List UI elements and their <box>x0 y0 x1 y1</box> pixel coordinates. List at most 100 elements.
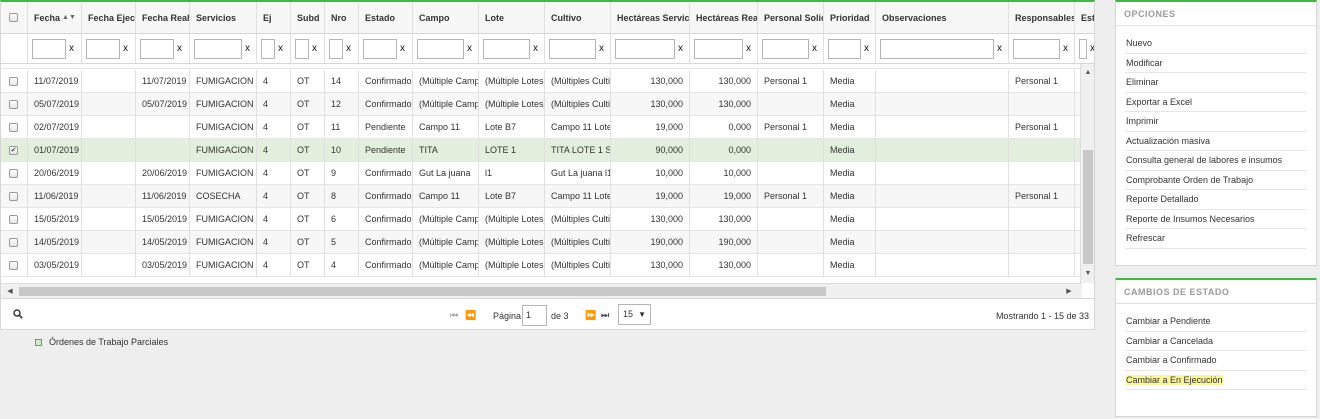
column-header-ej[interactable]: Ej <box>257 2 291 33</box>
column-header-estado2[interactable]: Estado <box>1075 2 1094 33</box>
row-checkbox[interactable] <box>9 214 18 224</box>
row-checkbox[interactable] <box>9 237 18 247</box>
scroll-up-icon[interactable]: ▲ <box>1081 66 1094 80</box>
column-header-personal[interactable]: Personal Solicitante <box>758 2 824 33</box>
clear-filter-icon[interactable]: x <box>467 43 472 54</box>
row-checkbox[interactable] <box>9 76 18 86</box>
filter-input-nro[interactable] <box>329 38 343 59</box>
table-row[interactable]: 20/06/201920/06/2019FUMIGACION TERRESTRE… <box>1 162 1094 185</box>
table-row[interactable]: 11/06/2019 11/06/2019 COSECHA 4 OT 8 Confirmad… <box>1 185 1094 208</box>
filter-input-estado[interactable] <box>363 38 397 59</box>
clear-filter-icon[interactable]: x <box>812 43 817 54</box>
vertical-scrollbar[interactable]: ▲ ▼ <box>1080 64 1094 283</box>
filter-input-subd[interactable] <box>295 38 309 59</box>
vertical-scroll-thumb[interactable] <box>1083 150 1093 264</box>
sort-icon[interactable]: ▲▼ <box>62 14 76 21</box>
scroll-right-icon[interactable]: ▶ <box>1062 284 1076 299</box>
filter-input-lote[interactable] <box>483 38 530 59</box>
state-change-item[interactable]: Cambiar a Pendiente <box>1125 312 1307 332</box>
row-checkbox[interactable] <box>9 191 18 201</box>
option-item[interactable]: Imprimir <box>1125 112 1307 132</box>
option-item[interactable]: Reporte de Insumos Necesarios <box>1125 210 1307 229</box>
option-item[interactable]: Comprobante Orden de Trabajo <box>1125 171 1307 190</box>
horizontal-scroll-thumb[interactable] <box>19 287 826 296</box>
scroll-down-icon[interactable]: ▼ <box>1081 267 1094 281</box>
page-size-select[interactable]: 15 ▼ <box>618 304 651 325</box>
filter-input-ha_real[interactable] <box>694 38 743 59</box>
table-row[interactable]: 15/05/201915/05/2019FUMIGACION TERRESTRE… <box>1 208 1094 231</box>
state-change-item[interactable]: Cambiar a Confirmado <box>1125 351 1307 371</box>
column-header-ha_real[interactable]: Hectáreas Reales <box>690 2 758 33</box>
column-header-observaciones[interactable]: Observaciones <box>876 2 1009 33</box>
option-item[interactable]: Nuevo <box>1125 34 1307 54</box>
filter-input-responsables[interactable] <box>1013 38 1060 59</box>
column-header-fecha_ejec[interactable]: Fecha Ejecución <box>82 2 136 33</box>
filter-input-prioridad[interactable] <box>828 38 861 59</box>
option-item[interactable]: Modificar <box>1125 54 1307 73</box>
table-row[interactable]: ✔ 01/07/2019 FUMIGACION TERRESTRE4OT10Pend… <box>1 139 1094 162</box>
column-header-prioridad[interactable]: Prioridad <box>824 2 876 33</box>
option-item[interactable]: Actualización masiva <box>1125 132 1307 151</box>
clear-filter-icon[interactable]: x <box>123 43 128 54</box>
select-all-checkbox[interactable] <box>9 13 18 22</box>
clear-filter-icon[interactable]: x <box>278 43 283 54</box>
filter-input-observaciones[interactable] <box>880 38 994 59</box>
clear-filter-icon[interactable]: x <box>177 43 182 54</box>
table-row[interactable]: 05/07/201905/07/2019FUMIGACION TERRESTRE… <box>1 93 1094 116</box>
column-header-responsables[interactable]: Responsables <box>1009 2 1075 33</box>
clear-filter-icon[interactable]: x <box>678 43 683 54</box>
row-checkbox[interactable]: ✔ <box>9 145 18 155</box>
page-number-input[interactable]: 1 <box>522 305 547 326</box>
scroll-left-icon[interactable]: ◀ <box>3 284 17 299</box>
column-header-campo[interactable]: Campo <box>413 2 479 33</box>
option-item[interactable]: Eliminar <box>1125 73 1307 93</box>
column-header-lote[interactable]: Lote <box>479 2 545 33</box>
clear-filter-icon[interactable]: x <box>400 43 405 54</box>
clear-filter-icon[interactable]: x <box>69 43 74 54</box>
state-change-item[interactable]: Cambiar a Cancelada <box>1125 332 1307 351</box>
horizontal-scrollbar[interactable]: ◀ ▶ <box>1 283 1082 298</box>
state-change-item[interactable]: Cambiar a En Ejecución <box>1125 371 1307 390</box>
first-page-icon[interactable]: ⏮ <box>450 310 458 321</box>
clear-filter-icon[interactable]: x <box>864 43 869 54</box>
option-item[interactable]: Consulta general de labores e insumos <box>1125 151 1307 171</box>
column-header-fecha_real[interactable]: Fecha Real <box>136 2 190 33</box>
filter-input-ha_serv[interactable] <box>615 38 675 59</box>
row-checkbox[interactable] <box>9 260 18 270</box>
column-header-subd[interactable]: Subd <box>291 2 325 33</box>
table-row[interactable]: 11/07/201911/07/2019FUMIGACION TERRESTRE… <box>1 70 1094 93</box>
clear-filter-icon[interactable]: x <box>1063 43 1068 54</box>
column-header-check[interactable] <box>1 2 28 33</box>
clear-filter-icon[interactable]: x <box>599 43 604 54</box>
clear-filter-icon[interactable]: x <box>245 43 250 54</box>
search-icon[interactable] <box>13 309 23 322</box>
clear-filter-icon[interactable]: x <box>533 43 538 54</box>
column-header-fecha[interactable]: Fecha ▲▼ <box>28 2 82 33</box>
clear-filter-icon[interactable]: x <box>997 43 1002 54</box>
option-item[interactable]: Reporte Detallado <box>1125 190 1307 210</box>
table-row[interactable]: 03/05/201903/05/2019FUMIGACION TERRESTRE… <box>1 254 1094 277</box>
filter-input-fecha[interactable] <box>32 38 66 59</box>
clear-filter-icon[interactable]: x <box>1090 43 1094 54</box>
column-header-cultivo[interactable]: Cultivo <box>545 2 611 33</box>
row-checkbox[interactable] <box>9 99 18 109</box>
row-checkbox[interactable] <box>9 168 18 178</box>
clear-filter-icon[interactable]: x <box>746 43 751 54</box>
prev-page-icon[interactable]: ⏪ <box>465 310 476 321</box>
filter-input-personal[interactable] <box>762 38 809 59</box>
option-item[interactable]: Refrescar <box>1125 229 1307 249</box>
table-row[interactable]: 14/05/201914/05/2019FUMIGACION TERRESTRE… <box>1 231 1094 254</box>
clear-filter-icon[interactable]: x <box>312 43 317 54</box>
filter-input-estado2[interactable] <box>1079 38 1087 59</box>
next-page-icon[interactable]: ⏩ <box>585 310 596 321</box>
filter-input-fecha_ejec[interactable] <box>86 38 120 59</box>
filter-input-servicios[interactable] <box>194 38 242 59</box>
clear-filter-icon[interactable]: x <box>346 43 351 54</box>
last-page-icon[interactable]: ⏭ <box>601 310 609 321</box>
filter-input-fecha_real[interactable] <box>140 38 174 59</box>
option-item[interactable]: Exportar a Excel <box>1125 93 1307 112</box>
filter-input-campo[interactable] <box>417 38 464 59</box>
column-header-ha_serv[interactable]: Hectáreas Servicio <box>611 2 690 33</box>
column-header-estado[interactable]: Estado <box>359 2 413 33</box>
filter-input-ej[interactable] <box>261 38 275 59</box>
